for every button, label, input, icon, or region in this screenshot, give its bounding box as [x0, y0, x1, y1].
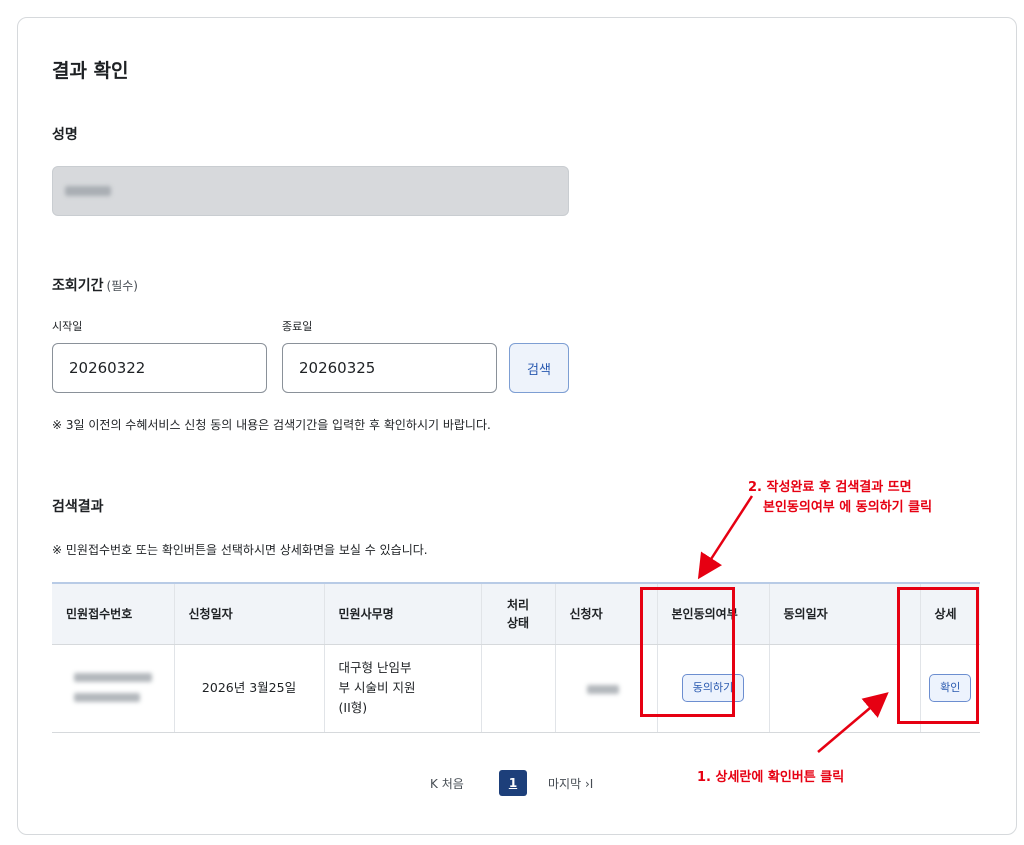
detail-column-highlight [897, 587, 979, 724]
pagination: K 처음 1 마지막 ›I [0, 770, 1024, 796]
last-page-icon: ›I [581, 777, 594, 791]
cell-apply-date: 2026년 3월25일 [174, 644, 325, 733]
results-label: 검색결과 [52, 499, 104, 515]
name-field [52, 166, 569, 216]
redacted-receipt-line1 [74, 672, 152, 682]
redacted-applicant [586, 684, 619, 694]
redacted-name [65, 186, 111, 196]
search-button[interactable]: 검색 [509, 343, 569, 393]
first-page-icon: K [430, 777, 442, 791]
cell-service-name: 대구형 난임부 부 시술비 지원 (II형) [324, 644, 482, 733]
pagination-last-label: 마지막 [548, 777, 582, 791]
consent-column-highlight [640, 587, 735, 717]
annotation-step2: 2. 작성완료 후 검색결과 뜨면 본인동의여부 에 동의하기 클릭 [748, 478, 932, 518]
col-service-name: 민원사무명 [324, 582, 482, 645]
table-row: 2026년 3월25일 대구형 난임부 부 시술비 지원 (II형) 동의하기 … [52, 644, 980, 733]
redacted-receipt-line2 [74, 692, 140, 702]
cell-process-status [481, 644, 556, 733]
annotation-step2-line2: 본인동의여부 에 동의하기 클릭 [763, 500, 933, 515]
col-apply-date: 신청일자 [174, 582, 325, 645]
results-table: 민원접수번호 신청일자 민원사무명 처리 상태 신청자 본인동의여부 동의일자 … [52, 582, 980, 733]
annotation-step2-line1: 2. 작성완료 후 검색결과 뜨면 [748, 480, 912, 495]
required-note: (필수) [106, 279, 138, 293]
col-receipt-number: 민원접수번호 [52, 582, 175, 645]
end-date-input[interactable] [282, 343, 497, 393]
period-label: 조회기간 (필수) [52, 275, 138, 295]
period-notice: ※ 3일 이전의 수혜서비스 신청 동의 내용은 검색기간을 입력한 후 확인하… [52, 418, 491, 432]
end-date-label: 종료일 [282, 320, 313, 333]
results-notice: ※ 민원접수번호 또는 확인버튼을 선택하시면 상세화면을 보실 수 있습니다. [52, 543, 428, 557]
page-title: 결과 확인 [52, 60, 129, 82]
pagination-current-page[interactable]: 1 [499, 770, 527, 796]
pagination-last[interactable]: 마지막 ›I [548, 775, 593, 792]
period-label-text: 조회기간 [52, 278, 104, 294]
col-process-status: 처리 상태 [481, 582, 556, 645]
start-date-input[interactable] [52, 343, 267, 393]
start-date-label: 시작일 [52, 320, 83, 333]
pagination-first[interactable]: K 처음 [430, 775, 464, 792]
annotation-step1: 1. 상세란에 확인버튼 클릭 [697, 770, 845, 785]
name-label: 성명 [52, 127, 78, 143]
pagination-first-label: 처음 [441, 777, 464, 791]
table-header-row: 민원접수번호 신청일자 민원사무명 처리 상태 신청자 본인동의여부 동의일자 … [52, 582, 980, 645]
cell-receipt-number[interactable] [52, 644, 175, 733]
